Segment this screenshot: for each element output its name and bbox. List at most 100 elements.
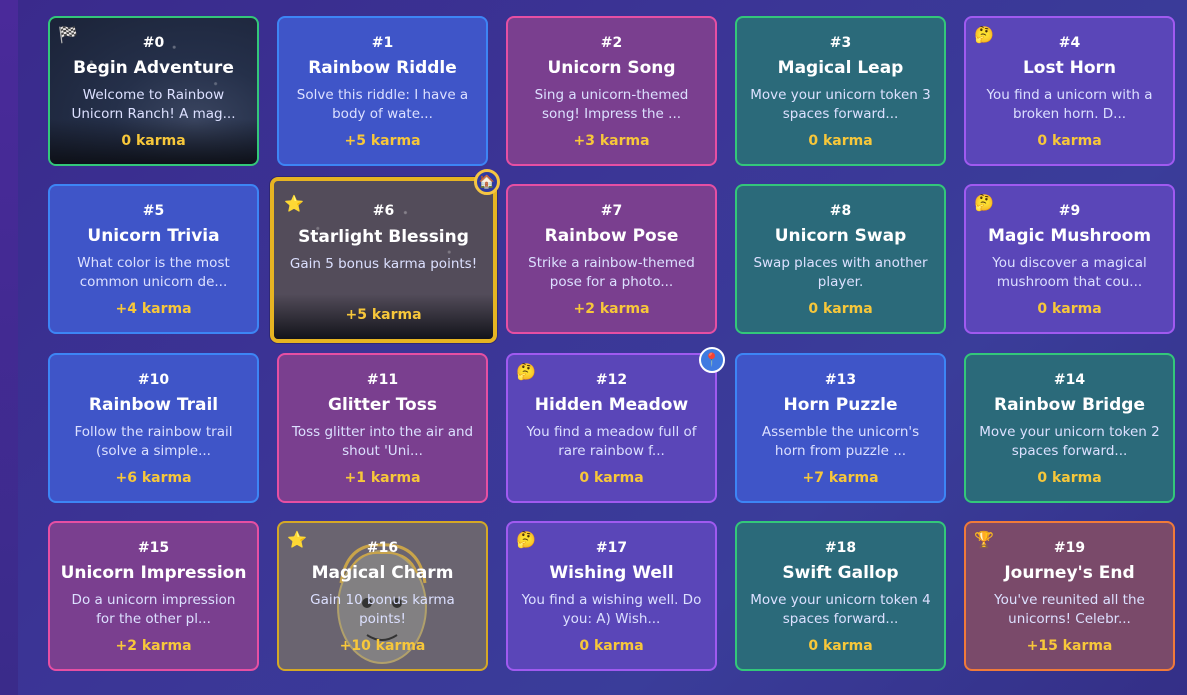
board-tile-9[interactable]: 🤔 #9 Magic Mushroom You discover a magic…: [964, 184, 1175, 334]
board-tile-2[interactable]: #2 Unicorn Song Sing a unicorn-themed so…: [506, 16, 717, 166]
tile-description: What color is the most common unicorn de…: [77, 255, 230, 290]
board-tile-1[interactable]: #1 Rainbow Riddle Solve this riddle: I h…: [277, 16, 488, 166]
tile-karma: 0 karma: [1037, 301, 1102, 317]
tile-title: Lost Horn: [1022, 58, 1117, 78]
tile-description: You discover a magical mushroom that cou…: [992, 255, 1147, 290]
pin-icon: 📍: [703, 352, 721, 368]
board-tile-14[interactable]: #14 Rainbow Bridge Move your unicorn tok…: [964, 353, 1175, 503]
tile-description: Assemble the unicorn's horn from puzzle …: [761, 424, 920, 459]
board-tile-15[interactable]: #15 Unicorn Impression Do a unicorn impr…: [48, 521, 259, 671]
tile-karma: +4 karma: [115, 301, 192, 317]
tile-description: Gain 5 bonus karma points!: [289, 256, 478, 272]
tile-number: #6: [372, 203, 395, 219]
board-tile-18[interactable]: #18 Swift Gallop Move your unicorn token…: [735, 521, 946, 671]
tile-karma: +10 karma: [339, 638, 426, 654]
tile-number: #13: [824, 372, 857, 388]
board-tile-5[interactable]: #5 Unicorn Trivia What color is the most…: [48, 184, 259, 334]
tile-description: Swap places with another player.: [753, 255, 928, 290]
tile-karma: +5 karma: [344, 133, 421, 149]
tile-description: Toss glitter into the air and shout 'Uni…: [291, 424, 474, 459]
tile-description: Gain 10 bonus karma points!: [310, 592, 455, 627]
tile-karma: +2 karma: [573, 301, 650, 317]
tile-title: Wishing Well: [549, 563, 674, 583]
tile-number: #10: [137, 372, 170, 388]
tile-number: #8: [829, 203, 852, 219]
tile-description: Follow the rainbow trail (solve a simple…: [74, 424, 233, 459]
tile-title: Unicorn Impression: [60, 563, 247, 583]
tile-title: Journey's End: [1004, 563, 1135, 583]
board-tile-10[interactable]: #10 Rainbow Trail Follow the rainbow tra…: [48, 353, 259, 503]
tile-number: #4: [1058, 35, 1081, 51]
tile-description: You find a wishing well. Do you: A) Wish…: [521, 592, 702, 627]
tile-number: #1: [371, 35, 394, 51]
tile-karma: 0 karma: [579, 470, 644, 486]
tile-description: You find a unicorn with a broken horn. D…: [986, 87, 1153, 122]
tile-number: #14: [1053, 372, 1086, 388]
tile-karma: 0 karma: [808, 133, 873, 149]
board-tile-0[interactable]: 🏁 #0 Begin Adventure Welcome to Rainbow …: [48, 16, 259, 166]
board-tile-6-current[interactable]: ⭐ #6 Starlight Blessing Gain 5 bonus kar…: [270, 177, 497, 343]
board-tile-7[interactable]: #7 Rainbow Pose Strike a rainbow-themed …: [506, 184, 717, 334]
tile-karma: 0 karma: [579, 638, 644, 654]
board-tile-4[interactable]: 🤔 #4 Lost Horn You find a unicorn with a…: [964, 16, 1175, 166]
board-tile-19[interactable]: 🏆 #19 Journey's End You've reunited all …: [964, 521, 1175, 671]
house-icon: 🏠: [478, 174, 496, 190]
tile-number: #5: [142, 203, 165, 219]
tile-description: Move your unicorn token 2 spaces forward…: [979, 424, 1160, 459]
tile-karma: +1 karma: [344, 470, 421, 486]
tile-title: Starlight Blessing: [298, 227, 469, 247]
tile-title: Glitter Toss: [328, 395, 437, 415]
tile-karma: 0 karma: [1037, 470, 1102, 486]
tile-number: #12: [595, 372, 628, 388]
tile-karma: 0 karma: [808, 638, 873, 654]
player-pin-icon[interactable]: 📍: [699, 347, 725, 373]
house-marker-icon[interactable]: 🏠: [474, 169, 500, 195]
tile-title: Horn Puzzle: [783, 395, 898, 415]
tile-description: Welcome to Rainbow Unicorn Ranch! A mag.…: [71, 87, 236, 122]
tile-karma: +7 karma: [802, 470, 879, 486]
tile-description: Strike a rainbow-themed pose for a photo…: [528, 255, 695, 290]
board-tile-3[interactable]: #3 Magical Leap Move your unicorn token …: [735, 16, 946, 166]
tile-title: Swift Gallop: [782, 563, 899, 583]
tile-title: Hidden Meadow: [534, 395, 689, 415]
tile-description: You find a meadow full of rare rainbow f…: [526, 424, 697, 459]
tile-karma: 0 karma: [121, 133, 186, 149]
tile-karma: 0 karma: [1037, 133, 1102, 149]
tile-number: #7: [600, 203, 623, 219]
tile-number: #2: [600, 35, 623, 51]
tile-description: Do a unicorn impression for the other pl…: [71, 592, 236, 627]
tile-karma: +6 karma: [115, 470, 192, 486]
board-tile-16[interactable]: ⭐ #16 Magical Charm Gain 10 bonus karma …: [277, 521, 488, 671]
tile-title: Rainbow Pose: [544, 226, 679, 246]
tile-title: Magic Mushroom: [987, 226, 1152, 246]
tile-title: Rainbow Bridge: [994, 395, 1145, 415]
tile-title: Unicorn Song: [547, 58, 676, 78]
tile-description: Move your unicorn token 4 spaces forward…: [750, 592, 931, 627]
game-board: 🏁 #0 Begin Adventure Welcome to Rainbow …: [0, 0, 1187, 695]
tile-description: You've reunited all the unicorns! Celebr…: [994, 592, 1145, 627]
tile-description: Move your unicorn token 3 spaces forward…: [750, 87, 931, 122]
board-tile-17[interactable]: 🤔 #17 Wishing Well You find a wishing we…: [506, 521, 717, 671]
tile-number: #3: [829, 35, 852, 51]
tile-number: #9: [1058, 203, 1081, 219]
tile-karma: 0 karma: [808, 301, 873, 317]
tile-title: Begin Adventure: [73, 58, 234, 78]
tile-number: #0: [142, 35, 165, 51]
tile-description: Sing a unicorn-themed song! Impress the …: [534, 87, 689, 122]
board-tile-12[interactable]: 🤔 #12 Hidden Meadow You find a meadow fu…: [506, 353, 717, 503]
tile-title: Unicorn Trivia: [87, 226, 220, 246]
tile-title: Magical Charm: [311, 563, 454, 583]
tile-description: Solve this riddle: I have a body of wate…: [296, 87, 469, 122]
tile-karma: +5 karma: [345, 307, 422, 323]
tile-number: #16: [366, 540, 399, 556]
tile-number: #17: [595, 540, 628, 556]
tile-number: #11: [366, 372, 399, 388]
tile-number: #19: [1053, 540, 1086, 556]
tile-number: #15: [137, 540, 170, 556]
board-tile-8[interactable]: #8 Unicorn Swap Swap places with another…: [735, 184, 946, 334]
tile-title: Rainbow Riddle: [308, 58, 457, 78]
tile-karma: +2 karma: [115, 638, 192, 654]
tile-karma: +15 karma: [1026, 638, 1113, 654]
board-tile-11[interactable]: #11 Glitter Toss Toss glitter into the a…: [277, 353, 488, 503]
board-tile-13[interactable]: #13 Horn Puzzle Assemble the unicorn's h…: [735, 353, 946, 503]
